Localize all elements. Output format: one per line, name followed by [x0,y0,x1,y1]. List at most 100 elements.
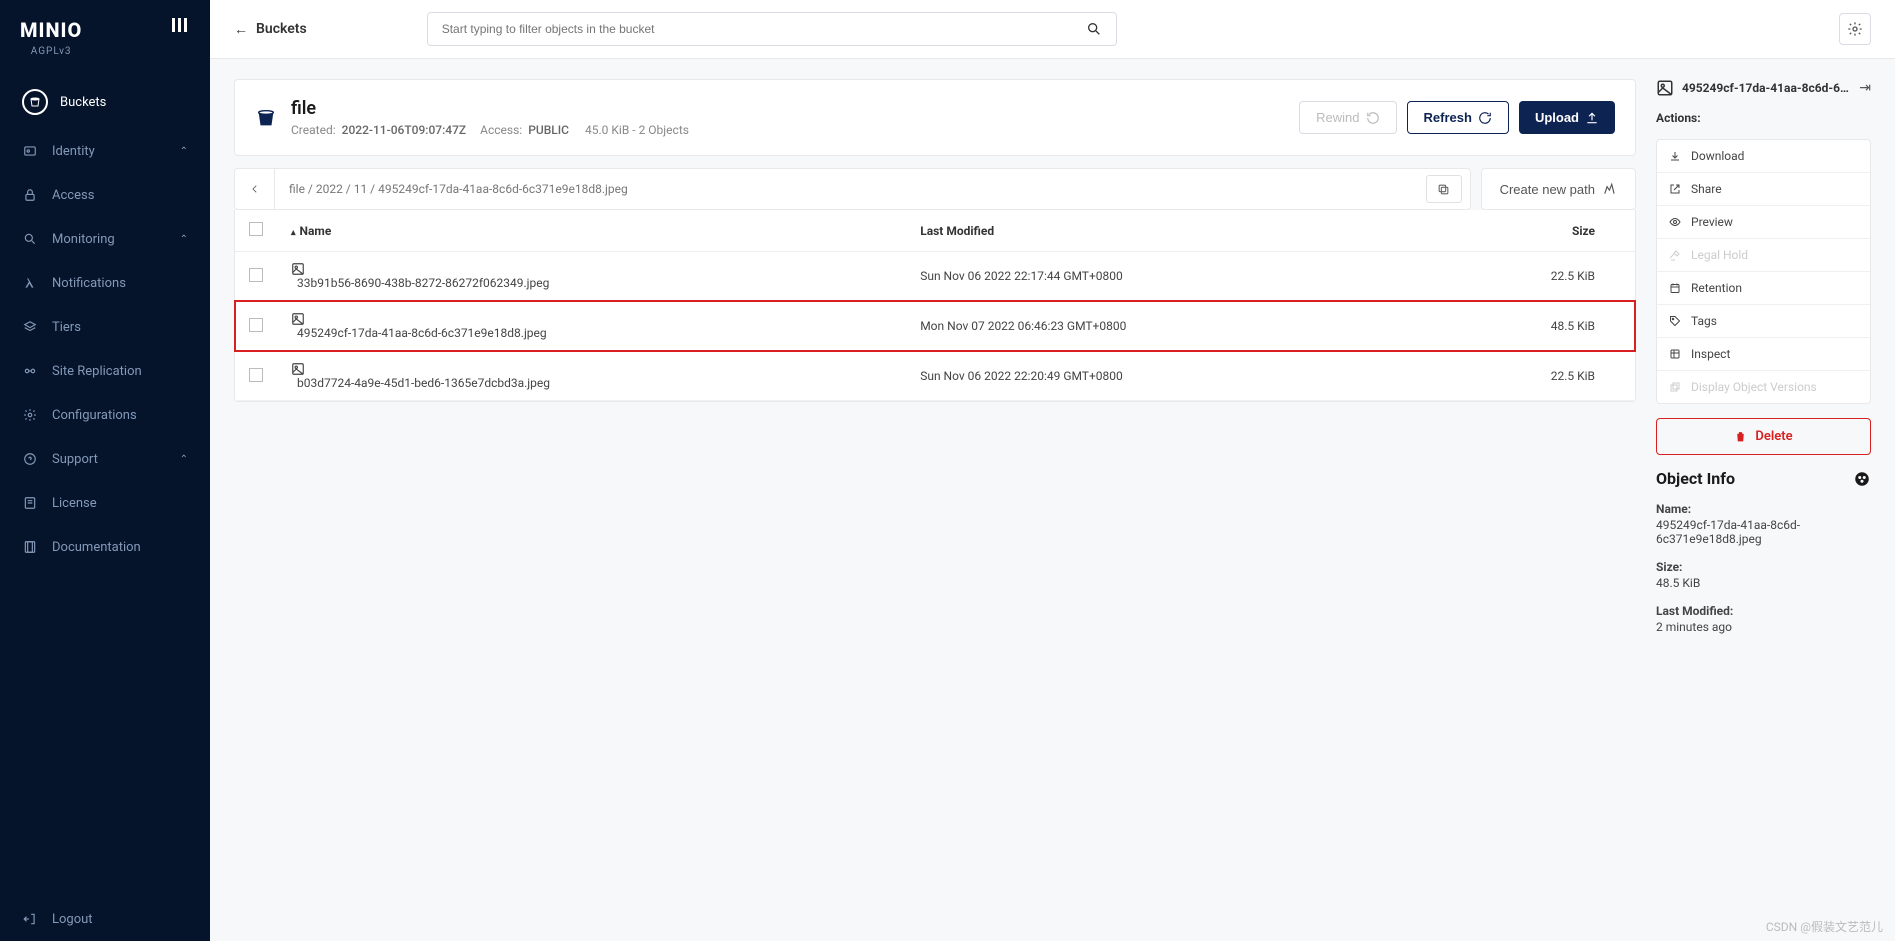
copy-path-button[interactable] [1426,175,1462,203]
image-icon [1656,79,1674,97]
sidebar-item-tiers[interactable]: Tiers [0,305,210,349]
nav-label: Identity [52,144,180,159]
bucket-icon [255,107,277,129]
created-label: Created: [291,123,336,137]
nav-label: Notifications [52,276,188,291]
nav-label: License [52,496,188,511]
create-new-path-button[interactable]: Create new path [1481,168,1636,210]
back-to-buckets-button[interactable]: ← Buckets [234,21,307,38]
bucket-header: file Created: 2022-11-06T09:07:47Z Acces… [234,79,1636,156]
lambda-icon [22,275,38,291]
select-all-checkbox[interactable] [249,222,263,236]
breadcrumb-back-button[interactable] [235,169,275,209]
action-label: Share [1691,182,1722,196]
row-checkbox[interactable] [249,268,263,282]
col-size[interactable]: Size [1419,210,1635,252]
info-name-label: Name: [1656,502,1871,516]
upload-label: Upload [1535,110,1579,125]
col-modified[interactable]: Last Modified [906,210,1419,252]
nav-label: Site Replication [52,364,188,379]
gavel-icon [1669,249,1681,261]
created-value: 2022-11-06T09:07:47Z [342,123,467,137]
access-label: Access: [480,123,522,137]
rewind-button[interactable]: Rewind [1299,101,1396,134]
sidebar-item-documentation[interactable]: Documentation [0,525,210,569]
action-label: Legal Hold [1691,248,1748,262]
table-row[interactable]: b03d7724-4a9e-45d1-bed6-1365e7dcbd3a.jpe… [235,351,1635,401]
table-row[interactable]: 495249cf-17da-41aa-8c6d-6c371e9e18d8.jpe… [235,301,1635,351]
col-name[interactable]: ▴Name [277,210,906,252]
delete-button[interactable]: Delete [1656,418,1871,455]
action-retention[interactable]: Retention [1657,272,1870,305]
breadcrumb: file / 2022 / 11 / 495249cf-17da-41aa-8c… [234,168,1471,210]
breadcrumb-path[interactable]: file / 2022 / 11 / 495249cf-17da-41aa-8c… [275,182,1418,196]
tag-icon [1669,315,1681,327]
sidebar-item-access[interactable]: Access [0,173,210,217]
chevron-up-icon: ⌃ [180,454,188,465]
refresh-icon [1478,111,1492,125]
action-display-object-versions: Display Object Versions [1657,371,1870,403]
action-preview[interactable]: Preview [1657,206,1870,239]
nav-label: Support [52,452,180,467]
action-tags[interactable]: Tags [1657,305,1870,338]
sidebar-item-monitoring[interactable]: Monitoring ⌃ [0,217,210,261]
sidebar-item-buckets[interactable]: Buckets [0,75,210,129]
file-modified: Sun Nov 06 2022 22:20:49 GMT+0800 [906,351,1419,401]
info-modified-value: 2 minutes ago [1656,620,1871,634]
eye-icon [1669,216,1681,228]
sidebar-item-license[interactable]: License [0,481,210,525]
search-box[interactable] [427,12,1117,46]
settings-button[interactable] [1839,13,1871,45]
nav-label: Configurations [52,408,188,423]
row-checkbox[interactable] [249,368,263,382]
refresh-button[interactable]: Refresh [1407,101,1509,134]
action-label: Retention [1691,281,1742,295]
action-download[interactable]: Download [1657,140,1870,173]
sidebar-item-identity[interactable]: Identity ⌃ [0,129,210,173]
action-label: Download [1691,149,1744,163]
collapse-sidebar-button[interactable] [172,18,190,32]
share-icon [1669,183,1681,195]
expand-panel-button[interactable]: ⇥ [1859,80,1871,96]
search-icon [22,231,38,247]
bucket-icon [22,89,48,115]
sort-asc-icon: ▴ [291,228,296,238]
file-modified: Sun Nov 06 2022 22:17:44 GMT+0800 [906,252,1419,302]
logo-text: MINIO [20,18,82,42]
logo-subtitle: AGPLv3 [31,46,72,57]
image-icon [291,262,892,276]
license-icon [22,495,38,511]
object-title: 495249cf-17da-41aa-8c6d-6c3... [1682,81,1851,95]
info-modified-label: Last Modified: [1656,604,1871,618]
table-row[interactable]: 33b91b56-8690-438b-8272-86272f062349.jpe… [235,252,1635,302]
sidebar-item-notifications[interactable]: Notifications [0,261,210,305]
file-size: 22.5 KiB [1419,351,1635,401]
info-size-label: Size: [1656,560,1871,574]
actions-list: Download Share Preview Legal Hold Retention T… [1656,139,1871,404]
nav-label: Tiers [52,320,188,335]
new-path-label: Create new path [1500,182,1595,197]
refresh-label: Refresh [1424,110,1472,125]
row-checkbox[interactable] [249,318,263,332]
watermark: CSDN @假装文艺范儿 [1766,918,1883,935]
action-label: Display Object Versions [1691,380,1817,394]
action-legal-hold: Legal Hold [1657,239,1870,272]
metadata-icon[interactable] [1853,470,1871,488]
logout-button[interactable]: Logout [0,897,210,941]
object-info-heading: Object Info [1656,469,1735,488]
action-share[interactable]: Share [1657,173,1870,206]
upload-button[interactable]: Upload [1519,101,1615,134]
sidebar-item-site-replication[interactable]: Site Replication [0,349,210,393]
image-icon [291,362,892,376]
search-input[interactable] [442,22,1086,36]
action-inspect[interactable]: Inspect [1657,338,1870,371]
file-size: 22.5 KiB [1419,252,1635,302]
lock-icon [22,187,38,203]
rewind-icon [1366,111,1380,125]
download-icon [1669,150,1681,162]
logout-label: Logout [52,912,93,927]
sidebar-item-configurations[interactable]: Configurations [0,393,210,437]
sidebar-item-support[interactable]: Support ⌃ [0,437,210,481]
gear-icon [22,407,38,423]
nav-label: Monitoring [52,232,180,247]
